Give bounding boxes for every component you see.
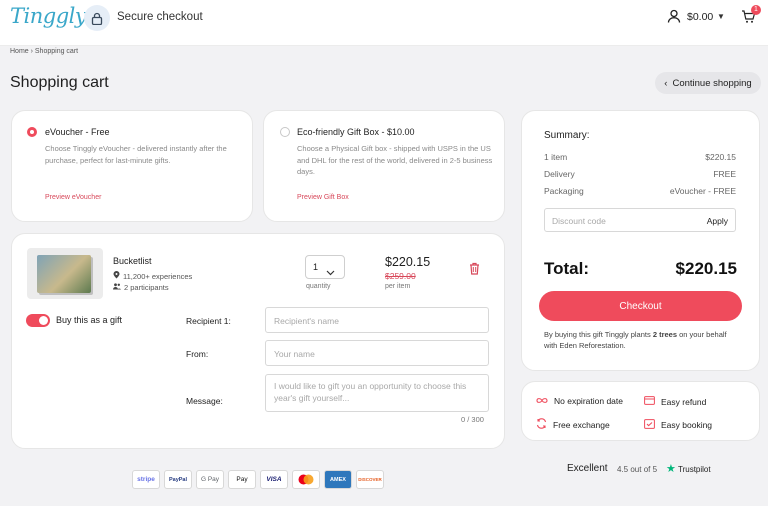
google-pay-icon: G Pay [196, 470, 224, 489]
message-char-counter: 0 / 300 [461, 415, 484, 424]
giftbox-title: Eco-friendly Gift Box - $10.00 [297, 127, 415, 137]
trustpilot-excellent: Excellent [567, 463, 608, 474]
discount-code-field[interactable]: Discount code Apply [544, 208, 736, 232]
tinggly-logo[interactable]: Tinggly [10, 4, 87, 28]
feature-label: Easy booking [661, 419, 713, 430]
trash-icon[interactable] [469, 262, 480, 280]
amex-icon: AMEX [324, 470, 352, 489]
continue-shopping-label: Continue shopping [672, 77, 752, 89]
from-label: From: [186, 349, 209, 359]
from-name-field[interactable]: Your name [265, 340, 489, 366]
feature-easy-refund: Easy refund [644, 396, 706, 407]
lock-icon [84, 5, 110, 31]
calendar-check-icon [644, 418, 655, 431]
cart-count-badge: 1 [751, 5, 761, 15]
giftbox-radio[interactable] [280, 127, 290, 137]
page-title: Shopping cart [10, 74, 109, 91]
breadcrumb[interactable]: Home › Shopping cart [10, 48, 78, 55]
gift-toggle-knob [39, 316, 48, 325]
chevron-left-icon: ‹ [664, 77, 668, 89]
user-icon[interactable] [667, 9, 681, 28]
people-icon [113, 283, 121, 292]
product-thumbnail [27, 248, 103, 299]
total-value: $220.15 [675, 259, 737, 278]
trustpilot-star-icon: ★ [666, 463, 676, 475]
product-price: $220.15 [385, 255, 431, 269]
message-textarea[interactable]: I would like to gift you an opportunity … [265, 374, 489, 412]
feature-no-expiration: No expiration date [536, 396, 623, 406]
feature-easy-booking: Easy booking [644, 418, 712, 431]
continue-shopping-button[interactable]: ‹ Continue shopping [655, 72, 761, 94]
summary-row-label: 1 item [544, 152, 568, 162]
payment-methods: stripe PayPal G Pay Pay VISA AMEX DISCOV… [132, 470, 384, 489]
stripe-icon: stripe [132, 470, 160, 489]
summary-row-value: FREE [713, 169, 736, 179]
evoucher-description: Choose Tinggly eVoucher - delivered inst… [45, 144, 227, 165]
recipient-name-field[interactable]: Recipient's name [265, 307, 489, 333]
trustpilot-rating: 4.5 out of 5 [617, 465, 658, 474]
visa-icon: VISA [260, 470, 288, 489]
apple-pay-icon: Pay [228, 470, 256, 489]
product-old-price: $259.00 [385, 271, 416, 281]
total-label: Total: [544, 259, 590, 278]
discount-code-input[interactable]: Discount code [552, 216, 606, 226]
chevron-down-icon[interactable]: ▼ [717, 12, 725, 21]
message-label: Message: [186, 396, 223, 406]
evoucher-title: eVoucher - Free [45, 127, 110, 137]
secure-checkout-label: Secure checkout [117, 11, 203, 23]
summary-row-label: Delivery [544, 169, 575, 179]
feature-label: Free exchange [553, 419, 610, 430]
checkout-button[interactable]: Checkout [539, 291, 742, 321]
experiences-meta: 11,200+ experiences [113, 271, 192, 281]
exchange-icon [536, 418, 547, 431]
preview-giftbox-link[interactable]: Preview Gift Box [297, 194, 349, 201]
quantity-select[interactable]: 1 [305, 255, 345, 279]
participants-count: 2 participants [124, 283, 169, 292]
discover-icon: DISCOVER [356, 470, 384, 489]
location-pin-icon [113, 271, 120, 281]
recipient-label: Recipient 1: [186, 316, 231, 326]
giftbox-description: Choose a Physical Gift box - shipped wit… [297, 144, 493, 176]
preview-evoucher-link[interactable]: Preview eVoucher [45, 194, 101, 201]
chevron-down-icon[interactable] [326, 263, 335, 281]
summary-row-label: Packaging [544, 186, 584, 196]
account-balance[interactable]: $0.00 [687, 11, 713, 23]
per-item-label: per item [385, 283, 411, 290]
summary-row-value: eVoucher - FREE [669, 186, 736, 196]
tree-note-prefix: By buying this gift Tinggly plants [544, 330, 653, 339]
product-name[interactable]: Bucketlist [113, 256, 152, 266]
tree-planting-note: By buying this gift Tinggly plants 2 tre… [544, 329, 738, 351]
paypal-icon: PayPal [164, 470, 192, 489]
summary-row-packaging: Packaging eVoucher - FREE [544, 186, 736, 196]
quantity-label: quantity [306, 283, 331, 290]
summary-row-items: 1 item $220.15 [544, 152, 736, 162]
participants-meta: 2 participants [113, 283, 169, 292]
features-card [521, 381, 760, 441]
apply-discount-button[interactable]: Apply [707, 216, 728, 226]
evoucher-radio[interactable] [27, 127, 37, 137]
trustpilot-brand[interactable]: Trustpilot [678, 465, 711, 474]
experiences-count: 11,200+ experiences [123, 271, 193, 281]
site-header: Tinggly Secure checkout $0.00 ▼ 1 [0, 0, 768, 46]
feature-label: No expiration date [554, 396, 623, 406]
summary-title: Summary: [544, 130, 590, 141]
gift-toggle[interactable] [26, 314, 50, 327]
gift-toggle-label: Buy this as a gift [56, 315, 123, 325]
infinity-icon [536, 396, 548, 406]
card-icon [644, 396, 655, 407]
summary-row-delivery: Delivery FREE [544, 169, 736, 179]
tree-count: 2 trees [652, 330, 677, 339]
mastercard-icon [292, 470, 320, 489]
feature-free-exchange: Free exchange [536, 418, 610, 431]
feature-label: Easy refund [661, 396, 707, 407]
summary-row-value: $220.15 [705, 152, 736, 162]
